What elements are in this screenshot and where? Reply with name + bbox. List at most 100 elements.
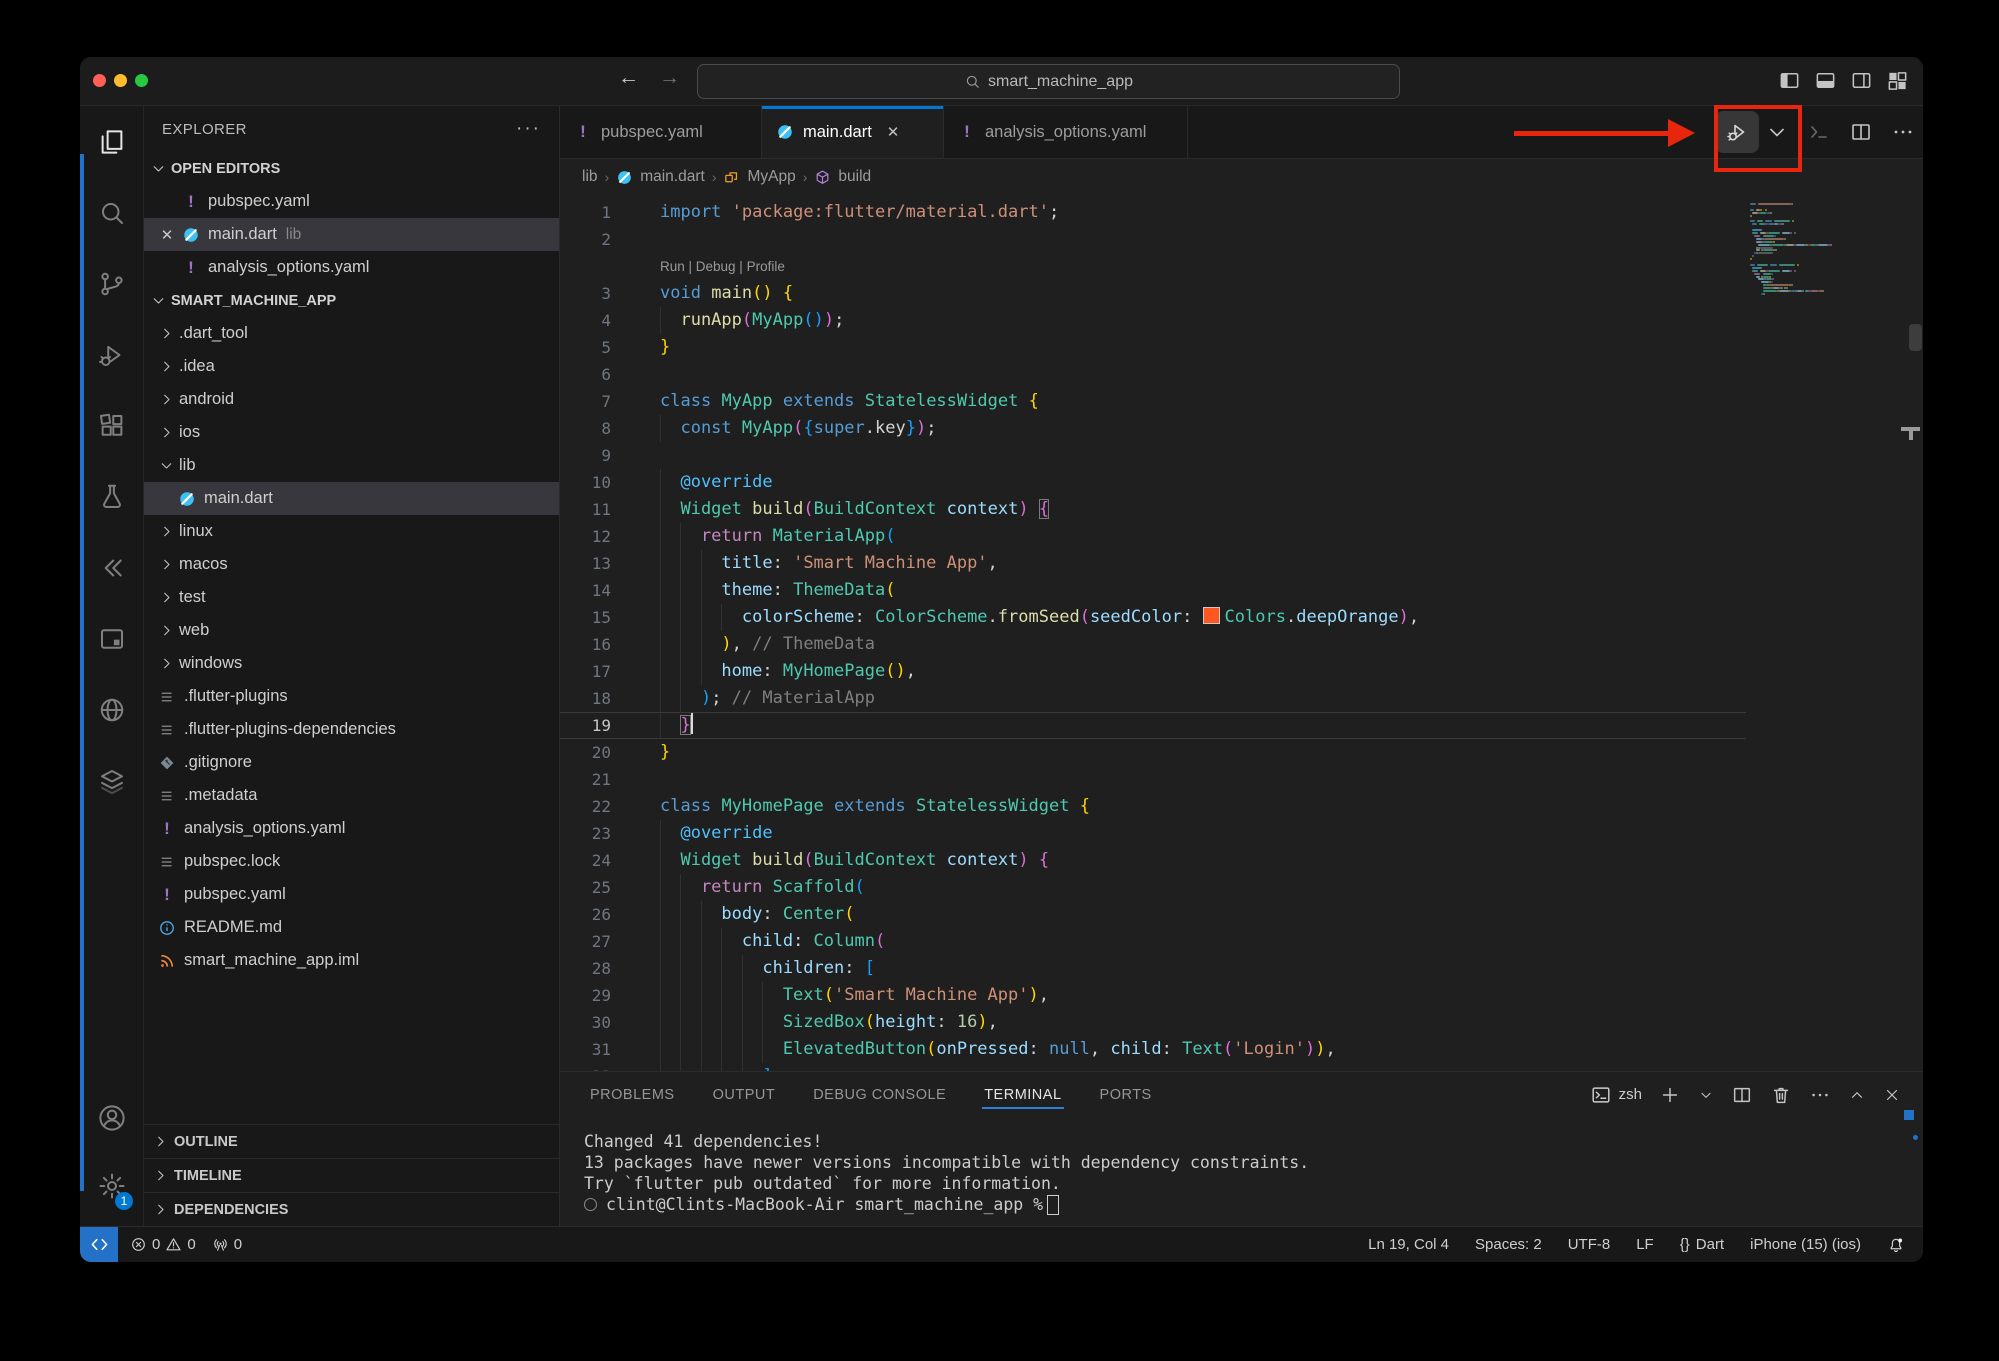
tab-ports[interactable]: PORTS [1098,1077,1154,1113]
panel-more-actions-icon[interactable] [1809,1084,1831,1106]
terminal-instance[interactable]: zsh [1590,1084,1642,1106]
code-line-2[interactable]: 2 [560,226,1746,253]
tree-file-.flutter-plugins-dependencies[interactable]: .flutter-plugins-dependencies [144,713,559,746]
code-line-11[interactable]: 11 Widget build(BuildContext context) { [560,496,1746,523]
explorer-more-actions-icon[interactable]: ··· [516,118,541,140]
command-center-search[interactable]: smart_machine_app [697,64,1400,99]
open-editor-main.dart[interactable]: ✕main.dartlib [144,218,559,251]
code-line-6[interactable]: 6 [560,361,1746,388]
back-button[interactable]: ← [618,66,639,90]
tree-folder-windows[interactable]: windows [144,647,559,680]
section-outline[interactable]: OUTLINE [144,1124,559,1158]
tree-file-.metadata[interactable]: .metadata [144,779,559,812]
tree-file-main.dart[interactable]: main.dart [144,482,559,515]
activity-explorer[interactable] [80,106,143,177]
open-editors-header[interactable]: OPEN EDITORS [144,152,559,185]
minimap[interactable] [1746,195,1908,1071]
code-line-24[interactable]: 24 Widget build(BuildContext context) { [560,847,1746,874]
activity-layers[interactable] [80,745,143,816]
code-line-22[interactable]: 22class MyHomePage extends StatelessWidg… [560,793,1746,820]
tree-folder-linux[interactable]: linux [144,515,559,548]
tab-terminal[interactable]: TERMINAL [982,1077,1063,1113]
forward-button[interactable]: → [659,66,680,90]
code-line-13[interactable]: 13 title: 'Smart Machine App', [560,550,1746,577]
code-line-9[interactable]: 9 [560,442,1746,469]
breadcrumb-item-main.dart[interactable]: main.dart [640,168,705,186]
code-line-3[interactable]: 3void main() { [560,280,1746,307]
maximize-panel-icon[interactable] [1848,1086,1866,1104]
section-timeline[interactable]: TIMELINE [144,1158,559,1192]
tree-folder-android[interactable]: android [144,383,559,416]
code-line-4[interactable]: 4 runApp(MyApp()); [560,307,1746,334]
code-line-32[interactable]: 32 ], [560,1063,1746,1071]
activity-search[interactable] [80,177,143,248]
tree-folder-ios[interactable]: ios [144,416,559,449]
tree-file-smart_machine_app.iml[interactable]: smart_machine_app.iml [144,944,559,977]
status-notifications[interactable] [1887,1236,1905,1254]
code-line-15[interactable]: 15 colorScheme: ColorScheme.fromSeed(see… [560,604,1746,631]
layout-customize-icon[interactable] [1886,69,1909,92]
status-eol[interactable]: LF [1636,1236,1654,1253]
codelens-row[interactable]: Run | Debug | Profile [560,253,1746,280]
code-line-10[interactable]: 10 @override [560,469,1746,496]
code-line-30[interactable]: 30 SizedBox(height: 16), [560,1009,1746,1036]
tree-file-README.md[interactable]: README.md [144,911,559,944]
tree-folder-.idea[interactable]: .idea [144,350,559,383]
section-dependencies[interactable]: DEPENDENCIES [144,1192,559,1226]
code-line-19[interactable]: 19 } [560,712,1746,739]
code-line-26[interactable]: 26 body: Center( [560,901,1746,928]
tree-file-pubspec.lock[interactable]: pubspec.lock [144,845,559,878]
layout-sidebar-right-icon[interactable] [1850,69,1873,92]
status-language-mode[interactable]: {}Dart [1680,1236,1724,1253]
code-line-28[interactable]: 28 children: [ [560,955,1746,982]
status-flutter-device[interactable]: iPhone (15) (ios) [1750,1236,1861,1253]
tree-folder-.dart_tool[interactable]: .dart_tool [144,317,559,350]
tab-output[interactable]: OUTPUT [711,1077,778,1113]
code-line-14[interactable]: 14 theme: ThemeData( [560,577,1746,604]
codelens-actions[interactable]: Run | Debug | Profile [660,259,785,274]
ports-status[interactable]: 0 [212,1236,242,1253]
breadcrumb-item-lib[interactable]: lib [582,168,598,186]
close-editor-icon[interactable]: ✕ [158,226,176,244]
code-line-1[interactable]: 1import 'package:flutter/material.dart'; [560,199,1746,226]
code-line-7[interactable]: 7class MyApp extends StatelessWidget { [560,388,1746,415]
zoom-window-button[interactable] [135,74,148,87]
tree-folder-lib[interactable]: lib [144,449,559,482]
tree-folder-macos[interactable]: macos [144,548,559,581]
layout-sidebar-left-icon[interactable] [1778,69,1801,92]
problems-status[interactable]: 0 0 [130,1236,196,1253]
code-line-12[interactable]: 12 return MaterialApp( [560,523,1746,550]
code-line-16[interactable]: 16 ), // ThemeData [560,631,1746,658]
code-line-17[interactable]: 17 home: MyHomePage(), [560,658,1746,685]
terminal-dropdown-chevron-icon[interactable] [1698,1087,1714,1103]
activity-testing[interactable] [80,461,143,532]
run-in-terminal-icon[interactable] [1807,120,1831,144]
activity-extensions[interactable] [80,390,143,461]
close-tab-icon[interactable]: ✕ [887,123,900,141]
open-editor-pubspec.yaml[interactable]: !pubspec.yaml [144,185,559,218]
tree-file-.gitignore[interactable]: .gitignore [144,746,559,779]
status-indentation[interactable]: Spaces: 2 [1475,1236,1542,1253]
tab-problems[interactable]: PROBLEMS [588,1077,677,1113]
tab-analysis_options.yaml[interactable]: !analysis_options.yaml [944,106,1188,158]
activity-run-debug[interactable] [80,319,143,390]
project-header[interactable]: SMART_MACHINE_APP [144,284,559,317]
open-editor-analysis_options.yaml[interactable]: !analysis_options.yaml [144,251,559,284]
tree-file-.flutter-plugins[interactable]: .flutter-plugins [144,680,559,713]
code-editor[interactable]: 1import 'package:flutter/material.dart';… [560,195,1923,1071]
code-line-18[interactable]: 18 ); // MaterialApp [560,685,1746,712]
tab-pubspec.yaml[interactable]: !pubspec.yaml [560,106,762,158]
code-line-8[interactable]: 8 const MyApp({super.key}); [560,415,1746,442]
code-line-23[interactable]: 23 @override [560,820,1746,847]
code-line-21[interactable]: 21 [560,766,1746,793]
code-line-20[interactable]: 20} [560,739,1746,766]
split-terminal-icon[interactable] [1731,1084,1753,1106]
kill-terminal-icon[interactable] [1770,1084,1792,1106]
layout-panel-icon[interactable] [1814,69,1837,92]
code-line-27[interactable]: 27 child: Column( [560,928,1746,955]
split-editor-icon[interactable] [1849,120,1873,144]
minimize-window-button[interactable] [114,74,127,87]
code-line-31[interactable]: 31 ElevatedButton(onPressed: null, child… [560,1036,1746,1063]
remote-indicator[interactable] [80,1227,118,1262]
status-encoding[interactable]: UTF-8 [1568,1236,1611,1253]
